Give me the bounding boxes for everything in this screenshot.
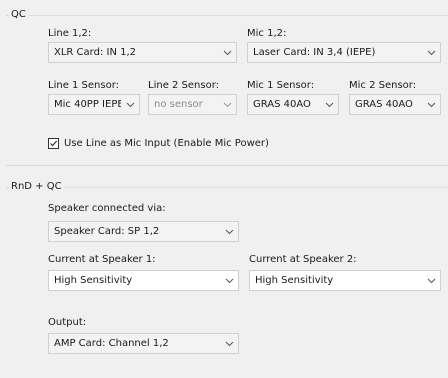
chevron-down-icon [325,102,334,108]
chevron-down-icon [427,102,436,108]
line12-select[interactable]: XLR Card: IN 1,2 [48,42,237,63]
chevron-down-icon [225,229,234,235]
current-speaker1-select[interactable]: High Sensitivity [48,270,239,291]
mic2-sensor-select-value: GRAS 40AO [355,99,413,110]
mic2-sensor-select[interactable]: GRAS 40AO [349,94,441,115]
checkmark-icon [50,140,58,147]
mic12-select[interactable]: Laser Card: IN 3,4 (IEPE) [247,42,441,63]
chevron-down-icon [427,278,436,284]
use-line-as-mic-label[interactable]: Use Line as Mic Input (Enable Mic Power) [64,138,269,149]
mic12-select-value: Laser Card: IN 3,4 (IEPE) [253,47,376,58]
output-label: Output: [48,317,87,328]
current-speaker2-select[interactable]: High Sensitivity [249,270,441,291]
mic1-sensor-select-value: GRAS 40AO [253,99,311,110]
speaker-via-label: Speaker connected via: [48,203,166,214]
current-speaker2-label: Current at Speaker 2: [249,254,357,265]
line2-sensor-label: Line 2 Sensor: [148,80,220,91]
line1-sensor-select-value: Mic 40PP IEPE [54,99,121,110]
qc-group-divider [6,15,448,16]
rnd-qc-group-divider [6,187,448,188]
speaker-via-select[interactable]: Speaker Card: SP 1,2 [48,221,239,242]
mic1-sensor-select[interactable]: GRAS 40AO [247,94,339,115]
mic12-label: Mic 1,2: [247,28,287,39]
output-select[interactable]: AMP Card: Channel 1,2 [48,333,239,354]
qc-group-title: QC [9,9,28,20]
output-select-value: AMP Card: Channel 1,2 [54,338,169,349]
line2-sensor-select[interactable]: no sensor [148,94,237,115]
line12-label: Line 1,2: [48,28,92,39]
mic2-sensor-label: Mic 2 Sensor: [349,80,417,91]
rnd-qc-divider-top [6,165,448,166]
use-line-as-mic-checkbox[interactable] [48,138,59,149]
chevron-down-icon [126,102,135,108]
chevron-down-icon [427,50,436,56]
mic1-sensor-label: Mic 1 Sensor: [247,80,315,91]
rnd-qc-group-title: RnD + QC [9,181,64,192]
speaker-via-select-value: Speaker Card: SP 1,2 [54,226,160,237]
line2-sensor-select-value: no sensor [154,99,203,110]
current-speaker1-label: Current at Speaker 1: [48,254,156,265]
chevron-down-icon [225,341,234,347]
current-speaker2-select-value: High Sensitivity [255,275,334,286]
line12-select-value: XLR Card: IN 1,2 [54,47,137,58]
chevron-down-icon [225,278,234,284]
current-speaker1-select-value: High Sensitivity [54,275,133,286]
line1-sensor-select[interactable]: Mic 40PP IEPE [48,94,140,115]
chevron-down-icon [223,102,232,108]
line1-sensor-label: Line 1 Sensor: [48,80,120,91]
chevron-down-icon [223,50,232,56]
